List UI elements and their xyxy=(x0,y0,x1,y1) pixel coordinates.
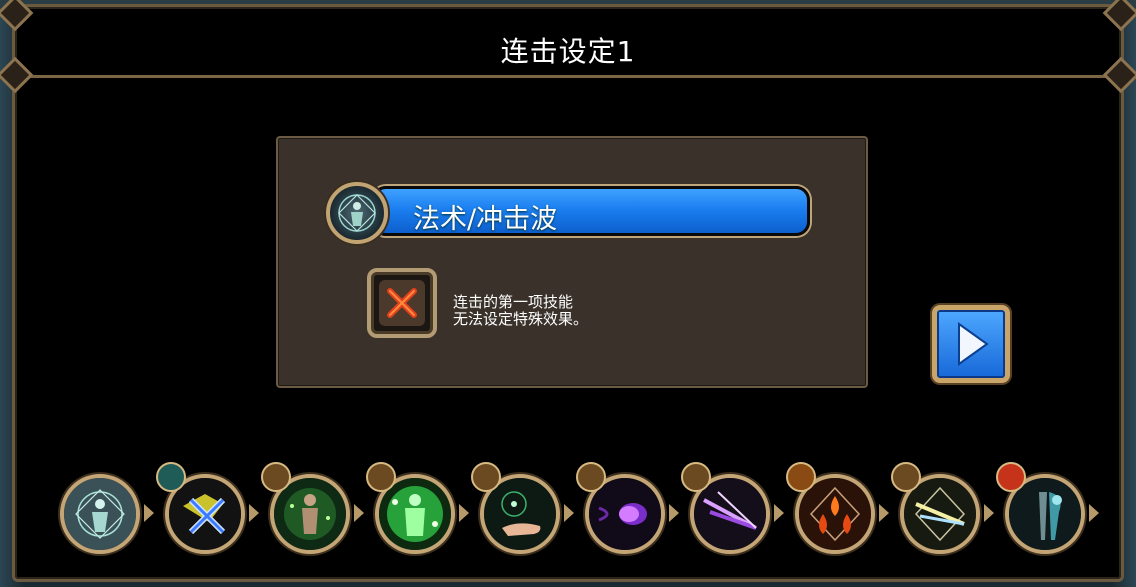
chain-arrow xyxy=(1089,504,1099,522)
no-effect-notice: 连击的第一项技能 无法设定特殊效果。 xyxy=(453,294,588,328)
chain-arrow xyxy=(564,504,574,522)
shockwave-spell-icon xyxy=(326,182,388,244)
notice-line-1: 连击的第一项技能 xyxy=(453,293,574,311)
no-effect-box xyxy=(367,268,437,338)
chain-arrow-icon xyxy=(366,462,396,492)
chain-arrow-icon xyxy=(681,462,711,492)
chain-arrow-icon xyxy=(576,462,606,492)
chain-arrow xyxy=(249,504,259,522)
chain-arrow xyxy=(669,504,679,522)
selected-skill-bar[interactable]: 法术/冲击波 xyxy=(372,186,810,236)
dialog-header: 连击设定1 xyxy=(22,8,1114,78)
chain-arrow xyxy=(879,504,889,522)
chain-arrow-icon xyxy=(891,462,921,492)
fist-icon xyxy=(786,462,816,492)
combo-slot-row xyxy=(0,460,1136,560)
potion-icon xyxy=(156,462,186,492)
shockwave-spell-icon xyxy=(64,478,136,550)
chain-arrow xyxy=(144,504,154,522)
skill-detail-panel xyxy=(276,136,868,388)
chain-arrow-icon xyxy=(471,462,501,492)
dialog-title: 连击设定1 xyxy=(500,35,636,68)
chain-arrow-icon xyxy=(261,462,291,492)
chain-arrow xyxy=(354,504,364,522)
notice-line-2: 无法设定特殊效果。 xyxy=(453,310,589,328)
selected-skill-name: 法术/冲击波 xyxy=(413,204,558,235)
chain-arrow xyxy=(984,504,994,522)
combo-slot-1[interactable] xyxy=(60,474,140,554)
chain-arrow xyxy=(459,504,469,522)
explosion-icon xyxy=(996,462,1026,492)
cross-icon xyxy=(379,280,425,326)
next-button[interactable] xyxy=(932,305,1010,383)
chain-arrow xyxy=(774,504,784,522)
play-arrow-icon xyxy=(958,322,989,366)
